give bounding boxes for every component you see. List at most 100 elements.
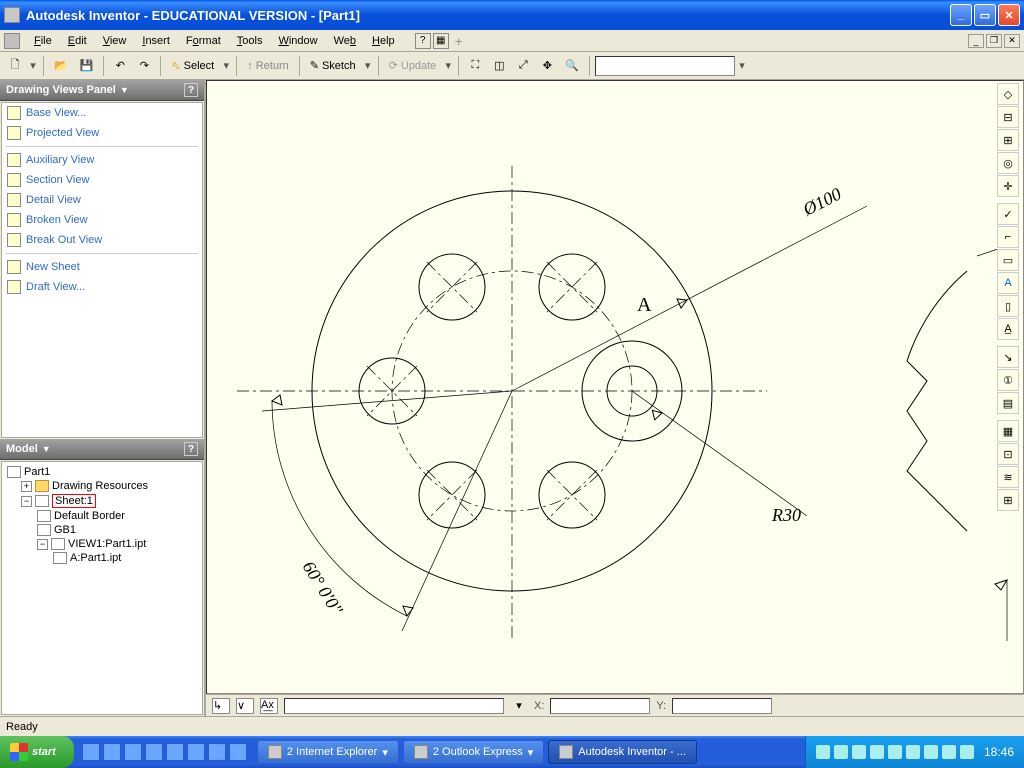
coord-dropdown[interactable]: ▾ (510, 699, 528, 712)
ql-icon-4[interactable] (145, 743, 163, 761)
tree-root[interactable]: Part1 (5, 465, 199, 479)
sketch-button[interactable]: ✎Sketch (305, 55, 361, 77)
minimize-button[interactable]: _ (950, 4, 972, 26)
tray-icon[interactable] (816, 745, 830, 759)
breakout-view-item[interactable]: Break Out View (2, 230, 202, 250)
auxiliary-view-item[interactable]: Auxiliary View (2, 150, 202, 170)
new-button[interactable]: 🗋 (4, 55, 26, 77)
tray-icon[interactable] (960, 745, 974, 759)
tree-a[interactable]: A:Part1.ipt (5, 551, 199, 565)
rt-leader-icon[interactable]: ↘ (997, 346, 1019, 368)
new-dropdown[interactable]: ▾ (28, 59, 38, 72)
snap-icon[interactable]: ↳ (212, 698, 230, 714)
tray-icon[interactable] (942, 745, 956, 759)
open-button[interactable]: 📂 (49, 55, 73, 77)
menu-tools[interactable]: Tools (229, 33, 271, 49)
ql-icon-2[interactable] (103, 743, 121, 761)
menu-view[interactable]: View (95, 33, 135, 49)
rt-text-icon[interactable]: A̲ (997, 318, 1019, 340)
tree-gb[interactable]: GB1 (5, 523, 199, 537)
tray-icon[interactable] (888, 745, 902, 759)
ql-icon-7[interactable] (208, 743, 226, 761)
rt-fcf-icon[interactable]: ▭ (997, 249, 1019, 271)
tree-border[interactable]: Default Border (5, 509, 199, 523)
task-inventor[interactable]: Autodesk Inventor - ... (548, 740, 697, 764)
rt-table-icon[interactable]: ▦ (997, 420, 1019, 442)
model-panel-header[interactable]: Model▼ ? (0, 439, 204, 460)
model-help-icon[interactable]: ? (184, 442, 198, 456)
zoom-dynamic-icon[interactable]: ⤢ (512, 55, 534, 77)
base-view-item[interactable]: Base View... (2, 103, 202, 123)
views-panel-header[interactable]: Drawing Views Panel▼ ? (0, 80, 204, 101)
rt-center-icon[interactable]: ✛ (997, 175, 1019, 197)
coord-input[interactable] (284, 698, 504, 714)
rt-parts-icon[interactable]: ▤ (997, 392, 1019, 414)
tray-icon[interactable] (870, 745, 884, 759)
new-sheet-item[interactable]: New Sheet (2, 257, 202, 277)
panel-help-icon[interactable]: ? (184, 83, 198, 97)
y-input[interactable] (672, 698, 772, 714)
rt-datumid-icon[interactable]: A (997, 272, 1019, 294)
ql-icon-3[interactable] (124, 743, 142, 761)
tree-sheet[interactable]: −Sheet:1 (5, 493, 199, 509)
ql-icon-5[interactable] (166, 743, 184, 761)
zoom-icon[interactable]: 🔍 (560, 55, 584, 77)
command-input[interactable] (595, 56, 735, 76)
drawing-canvas[interactable]: Ø100 R30 A 60° 0'0" (206, 80, 1024, 694)
update-dropdown[interactable]: ▾ (443, 59, 453, 72)
return-button[interactable]: ↑Return (242, 55, 294, 77)
tree-view[interactable]: −VIEW1:Part1.ipt (5, 537, 199, 551)
ortho-icon[interactable]: ∨ (236, 698, 254, 714)
rt-surface-icon[interactable]: ✓ (997, 203, 1019, 225)
rt-datum-icon[interactable]: ▯ (997, 295, 1019, 317)
menu-edit[interactable]: Edit (60, 33, 95, 49)
mdi-close[interactable]: ✕ (1004, 34, 1020, 48)
pan-icon[interactable]: ✥ (536, 55, 558, 77)
select-button[interactable]: ⬁Select (166, 55, 219, 77)
rt-rev-icon[interactable]: ≋ (997, 466, 1019, 488)
tree-resources[interactable]: +Drawing Resources (5, 479, 199, 493)
rt-symbol-icon[interactable]: ⊞ (997, 489, 1019, 511)
doc-icon[interactable] (4, 33, 20, 49)
x-input[interactable] (550, 698, 650, 714)
grid-toggle-icon[interactable]: A͟x (260, 698, 278, 714)
rt-general-dim-icon[interactable]: ◇ (997, 83, 1019, 105)
help-icon[interactable]: ? (415, 33, 431, 49)
ql-icon-8[interactable] (229, 743, 247, 761)
tray-icon[interactable] (834, 745, 848, 759)
rt-weld-icon[interactable]: ⌐ (997, 226, 1019, 248)
broken-view-item[interactable]: Broken View (2, 210, 202, 230)
task-outlook[interactable]: 2 Outlook Express▾ (403, 740, 544, 764)
plus-icon[interactable]: + (451, 33, 467, 49)
tray-icon[interactable] (906, 745, 920, 759)
taskbar-clock[interactable]: 18:46 (984, 745, 1014, 759)
task-ie[interactable]: 2 Internet Explorer▾ (257, 740, 399, 764)
menu-file[interactable]: File (26, 33, 60, 49)
rt-hole-table-icon[interactable]: ⊡ (997, 443, 1019, 465)
projected-view-item[interactable]: Projected View (2, 123, 202, 143)
undo-button[interactable]: ↶ (109, 55, 131, 77)
rt-baseline-icon[interactable]: ⊟ (997, 106, 1019, 128)
mdi-minimize[interactable]: _ (968, 34, 984, 48)
section-view-item[interactable]: Section View (2, 170, 202, 190)
tray-icon[interactable] (924, 745, 938, 759)
rt-balloon-icon[interactable]: ① (997, 369, 1019, 391)
sketch-dropdown[interactable]: ▾ (363, 59, 373, 72)
ql-icon-1[interactable] (82, 743, 100, 761)
menu-format[interactable]: Format (178, 33, 229, 49)
zoom-all-icon[interactable]: ⛶ (464, 55, 486, 77)
rt-ordinate-icon[interactable]: ⊞ (997, 129, 1019, 151)
tray-icon[interactable] (852, 745, 866, 759)
save-button[interactable]: 💾 (75, 55, 99, 77)
grid-icon[interactable]: ▦ (433, 33, 449, 49)
menu-web[interactable]: Web (326, 33, 364, 49)
redo-button[interactable]: ↷ (133, 55, 155, 77)
close-button[interactable]: ✕ (998, 4, 1020, 26)
start-button[interactable]: start (0, 736, 74, 768)
draft-view-item[interactable]: Draft View... (2, 277, 202, 297)
rt-hole-icon[interactable]: ◎ (997, 152, 1019, 174)
menu-window[interactable]: Window (270, 33, 325, 49)
detail-view-item[interactable]: Detail View (2, 190, 202, 210)
select-dropdown[interactable]: ▾ (221, 59, 231, 72)
ql-icon-6[interactable] (187, 743, 205, 761)
